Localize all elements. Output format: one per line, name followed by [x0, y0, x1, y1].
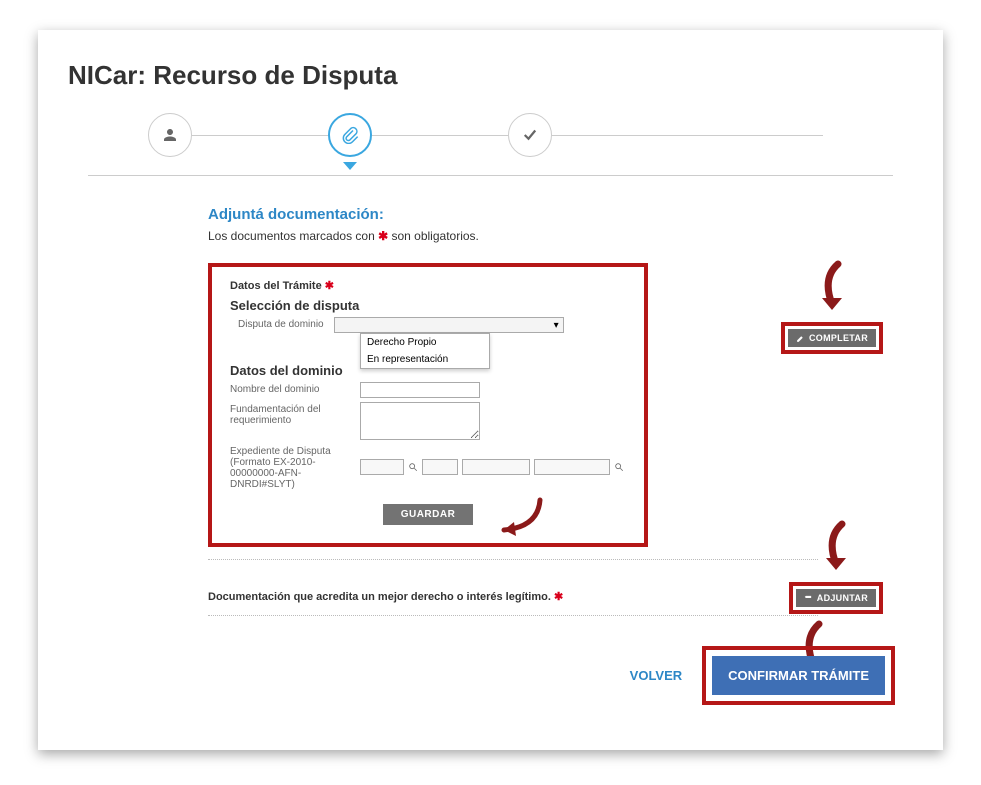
- doc-legitimo-text: Documentación que acredita un mejor dere…: [208, 591, 551, 603]
- tramite-header: Datos del Trámite ✱: [230, 279, 626, 292]
- doc-legitimo-row: Documentación que acredita un mejor dere…: [208, 590, 818, 603]
- chevron-down-icon: ▾: [554, 320, 559, 331]
- adjuntar-label: ADJUNTAR: [817, 593, 868, 603]
- expediente-input-4[interactable]: [534, 459, 610, 475]
- fundamentacion-textarea[interactable]: [360, 402, 480, 440]
- required-asterisk: ✱: [325, 280, 334, 292]
- stepper: [58, 113, 923, 157]
- expediente-label: Expediente de Disputa (Formato EX-2010-0…: [230, 444, 350, 490]
- nombre-dominio-label: Nombre del dominio: [230, 382, 350, 395]
- fundamentacion-label: Fundamentación del requerimiento: [230, 402, 350, 426]
- required-asterisk: ✱: [378, 229, 388, 243]
- stepper-baseline: [88, 175, 893, 176]
- required-asterisk: ✱: [554, 591, 563, 603]
- arrow-annotation-icon: [490, 492, 550, 542]
- step-line: [552, 135, 824, 136]
- note-prefix: Los documentos marcados con: [208, 229, 378, 243]
- dropdown-option[interactable]: En representación: [361, 351, 489, 368]
- volver-button[interactable]: VOLVER: [630, 668, 683, 683]
- footer-actions: VOLVER CONFIRMAR TRÁMITE: [630, 646, 895, 705]
- expediente-input-1[interactable]: [360, 459, 404, 475]
- completar-highlight-box: COMPLETAR: [781, 322, 883, 354]
- person-icon: [161, 126, 179, 144]
- guardar-button[interactable]: GUARDAR: [383, 504, 474, 525]
- step-2-attachment[interactable]: [328, 113, 372, 157]
- search-icon[interactable]: [614, 462, 624, 472]
- adjuntar-button[interactable]: ADJUNTAR: [796, 589, 876, 607]
- expediente-input-2[interactable]: [422, 459, 458, 475]
- disputa-dominio-select[interactable]: ▾: [334, 317, 564, 333]
- divider: [208, 559, 818, 560]
- expediente-input-3[interactable]: [462, 459, 530, 475]
- confirmar-tramite-button[interactable]: CONFIRMAR TRÁMITE: [712, 656, 885, 695]
- tramite-form-box: Datos del Trámite ✱ Selección de disputa…: [208, 263, 648, 547]
- completar-label: COMPLETAR: [809, 333, 868, 343]
- doc-legitimo-label: Documentación que acredita un mejor dere…: [208, 590, 563, 603]
- note-suffix: son obligatorios.: [388, 229, 479, 243]
- dropdown-option[interactable]: Derecho Propio: [361, 334, 489, 351]
- adjuntar-highlight-box: ADJUNTAR: [789, 582, 883, 614]
- step-line: [192, 135, 328, 136]
- check-icon: [521, 126, 539, 144]
- pencil-icon: [796, 334, 805, 343]
- attach-title: Adjuntá documentación:: [208, 206, 863, 223]
- tramite-header-text: Datos del Trámite: [230, 280, 322, 292]
- step-line: [372, 135, 508, 136]
- expediente-label-text: Expediente de Disputa: [230, 446, 331, 457]
- attach-icon: [804, 594, 813, 603]
- paperclip-icon: [341, 126, 359, 144]
- completar-button[interactable]: COMPLETAR: [788, 329, 876, 347]
- page-title: NICar: Recurso de Disputa: [68, 60, 923, 91]
- divider: [208, 615, 818, 616]
- step-3-check[interactable]: [508, 113, 552, 157]
- attach-note: Los documentos marcados con ✱ son obliga…: [208, 229, 863, 243]
- step-1-person[interactable]: [148, 113, 192, 157]
- arrow-annotation-icon: [812, 260, 852, 320]
- disputa-dominio-dropdown: Derecho Propio En representación: [360, 333, 490, 369]
- confirmar-highlight-box: CONFIRMAR TRÁMITE: [702, 646, 895, 705]
- completar-annotation: COMPLETAR: [781, 260, 883, 354]
- search-icon[interactable]: [408, 462, 418, 472]
- nombre-dominio-input[interactable]: [360, 382, 480, 398]
- disputa-dominio-label: Disputa de dominio: [230, 317, 324, 330]
- seleccion-title: Selección de disputa: [230, 298, 626, 313]
- expediente-formato-text: (Formato EX-2010-00000000-AFN-DNRDI#SLYT…: [230, 457, 316, 490]
- adjuntar-annotation: ADJUNTAR: [789, 520, 883, 614]
- arrow-annotation-icon: [816, 520, 856, 580]
